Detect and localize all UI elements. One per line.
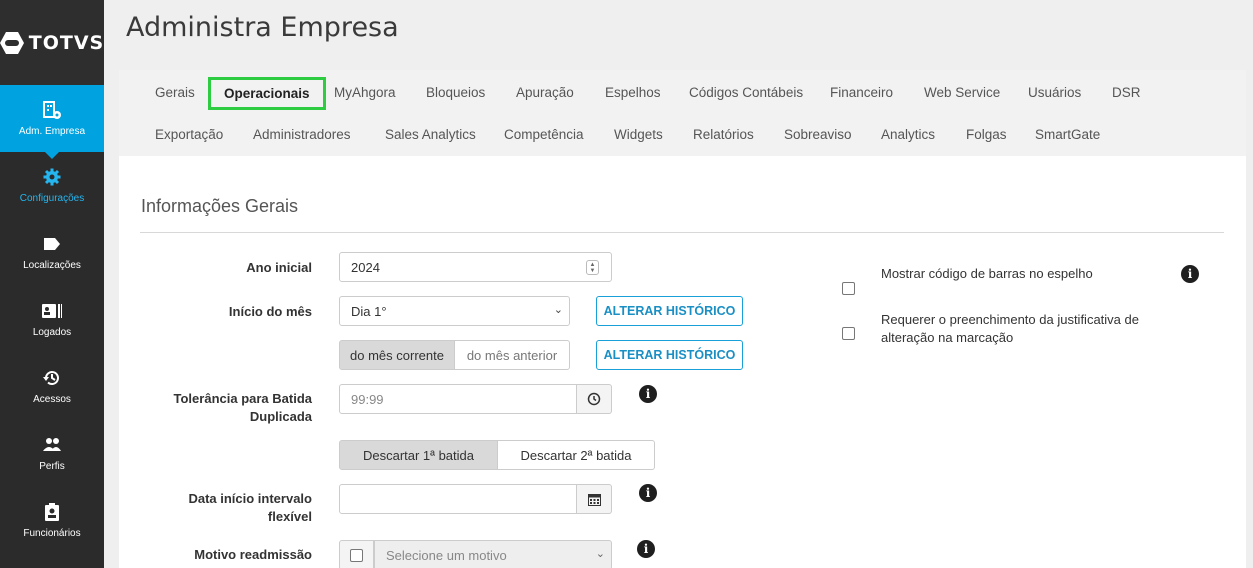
inicio-mes-select[interactable]: Dia 1° ⌄ <box>339 296 570 326</box>
brand-logo[interactable]: TOTVS <box>0 0 104 85</box>
tab-sobreaviso[interactable]: Sobreaviso <box>784 127 852 142</box>
tab-widgets[interactable]: Widgets <box>614 127 663 142</box>
tab-espelhos[interactable]: Espelhos <box>605 85 661 100</box>
tab-analytics[interactable]: Analytics <box>881 127 935 142</box>
brand-name: TOTVS <box>28 31 105 54</box>
section-title: Informações Gerais <box>141 196 299 216</box>
alterar-historico-mes-button[interactable]: ALTERAR HISTÓRICO <box>596 340 743 370</box>
tab-codigos-contabeis[interactable]: Códigos Contábeis <box>689 85 803 100</box>
id-card-icon <box>42 301 62 321</box>
motivo-select[interactable]: Selecione um motivo ⌄ <box>374 540 612 568</box>
tolerancia-label-line1: Tolerância para Batida <box>173 391 312 406</box>
motivo-checkbox[interactable] <box>350 548 363 562</box>
tab-apuracao[interactable]: Apuração <box>516 85 574 100</box>
sidebar-item-funcionarios[interactable]: Funcionários <box>0 487 104 554</box>
users-icon <box>42 435 62 455</box>
tab-sales-analytics[interactable]: Sales Analytics <box>385 127 476 142</box>
motivo-placeholder: Selecione um motivo <box>386 547 507 563</box>
sidebar-item-logados[interactable]: Logados <box>0 286 104 353</box>
tab-financeiro[interactable]: Financeiro <box>830 85 893 100</box>
tab-competencia[interactable]: Competência <box>504 127 584 142</box>
inicio-mes-value: Dia 1° <box>351 303 387 319</box>
inicio-mes-label: Início do mês <box>228 304 312 319</box>
tolerancia-label: Tolerância para Batida Duplicada <box>119 390 312 426</box>
sidebar-item-label: Configurações <box>19 193 85 204</box>
sidebar-item-label: Localizações <box>23 260 81 271</box>
sidebar-item-label: Logados <box>32 327 72 338</box>
tab-operacionais[interactable]: Operacionais <box>208 77 326 110</box>
sidebar-item-localizacoes[interactable]: Localizações <box>0 219 104 286</box>
motivo-checkbox-addon[interactable] <box>339 540 374 568</box>
tab-gerais[interactable]: Gerais <box>155 85 195 100</box>
tag-icon <box>42 234 62 254</box>
tab-dsr[interactable]: DSR <box>1112 85 1141 100</box>
codigo-barras-label: Mostrar código de barras no espelho <box>881 266 1093 281</box>
calendar-icon[interactable] <box>577 484 612 514</box>
tabs-bar: Gerais Operacionais MyAhgora Bloqueios A… <box>119 70 1246 156</box>
descartar-primeira-toggle[interactable]: Descartar 1ª batida <box>339 440 498 470</box>
data-intervalo-input[interactable] <box>339 484 577 514</box>
justificativa-label: Requerer o preenchimento da justificativ… <box>881 311 1139 347</box>
data-intervalo-info-icon[interactable]: i <box>639 484 657 502</box>
sidebar-item-label: Perfis <box>39 461 65 472</box>
mes-anterior-toggle[interactable]: do mês anterior <box>454 340 570 370</box>
tab-myahgora[interactable]: MyAhgora <box>334 85 396 100</box>
tab-smartgate[interactable]: SmartGate <box>1035 127 1100 142</box>
justificativa-label-line2: alteração na marcação <box>881 330 1014 345</box>
sidebar-item-perfis[interactable]: Perfis <box>0 420 104 487</box>
tab-relatorios[interactable]: Relatórios <box>693 127 754 142</box>
tab-web-service[interactable]: Web Service <box>924 85 1000 100</box>
descartar-segunda-toggle[interactable]: Descartar 2ª batida <box>497 440 655 470</box>
data-intervalo-label: Data início intervalo flexível <box>119 490 312 526</box>
building-gear-icon <box>42 100 62 120</box>
tolerancia-label-line2: Duplicada <box>249 409 312 424</box>
page-title: Administra Empresa <box>126 12 399 43</box>
justificativa-label-line1: Requerer o preenchimento da justificativ… <box>881 312 1139 327</box>
data-intervalo-label-line2: flexível <box>267 509 312 524</box>
tolerancia-info-icon[interactable]: i <box>639 385 657 403</box>
ano-inicial-label: Ano inicial <box>246 260 312 275</box>
spinner-icon[interactable]: ▲ ▼ <box>586 260 599 275</box>
codigo-barras-checkbox[interactable] <box>842 282 855 295</box>
sidebar-item-label: Adm. Empresa <box>18 126 86 137</box>
main-panel: Gerais Operacionais MyAhgora Bloqueios A… <box>119 70 1246 568</box>
justificativa-checkbox[interactable] <box>842 327 855 340</box>
tab-administradores[interactable]: Administradores <box>253 127 351 142</box>
motivo-info-icon[interactable]: i <box>637 540 655 558</box>
mes-corrente-toggle[interactable]: do mês corrente <box>339 340 455 370</box>
tab-exportacao[interactable]: Exportação <box>155 127 223 142</box>
codigo-barras-info-icon[interactable]: i <box>1181 265 1199 283</box>
chevron-down-icon: ⌄ <box>553 304 563 316</box>
badge-icon <box>42 502 62 522</box>
tab-usuarios[interactable]: Usuários <box>1028 85 1081 100</box>
sidebar-item-configuracoes[interactable]: Configurações <box>0 152 104 219</box>
chevron-down-icon: ⌄ <box>595 548 605 560</box>
sidebar: TOTVS Adm. Empresa Configurações Localiz… <box>0 0 104 568</box>
divider <box>140 232 1224 233</box>
alterar-historico-button[interactable]: ALTERAR HISTÓRICO <box>596 296 743 326</box>
clock-icon[interactable] <box>577 384 612 414</box>
tab-folgas[interactable]: Folgas <box>966 127 1007 142</box>
tab-bloqueios[interactable]: Bloqueios <box>426 85 485 100</box>
ano-inicial-value: 2024 <box>351 259 380 275</box>
sidebar-item-acessos[interactable]: Acessos <box>0 353 104 420</box>
data-intervalo-label-line1: Data início intervalo <box>188 491 312 506</box>
sidebar-item-label: Acessos <box>33 394 71 405</box>
tolerancia-input[interactable]: 99:99 <box>339 384 577 414</box>
ano-inicial-input[interactable]: 2024 ▲ ▼ <box>339 252 612 282</box>
sidebar-item-label: Funcionários <box>23 528 81 539</box>
history-icon <box>42 368 62 388</box>
gear-icon <box>42 167 62 187</box>
totvs-logo-icon <box>0 31 24 54</box>
motivo-label: Motivo readmissão <box>194 547 312 562</box>
sidebar-item-adm-empresa[interactable]: Adm. Empresa <box>0 85 104 159</box>
tolerancia-placeholder: 99:99 <box>351 391 384 407</box>
